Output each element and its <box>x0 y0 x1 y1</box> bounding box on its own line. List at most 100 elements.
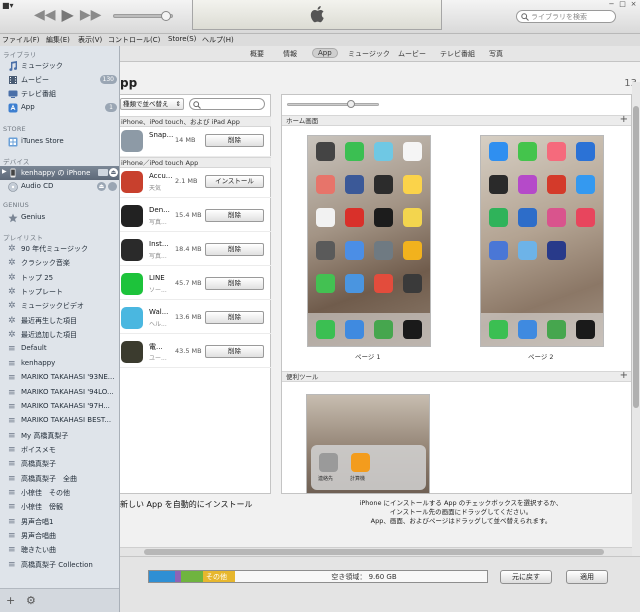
minimize-button[interactable]: − <box>607 0 616 8</box>
home-app-icon[interactable] <box>374 142 393 161</box>
sidebar-item-playlist[interactable]: ✲ ミュージックビデオ <box>0 299 119 313</box>
sidebar-item-playlist[interactable]: ≡ 男声合唱1 <box>0 515 119 529</box>
sort-dropdown[interactable]: 種類で並べ替え ⇕ <box>120 98 184 110</box>
sidebar-item-playlist[interactable]: ≡ MARIKO TAKAHASI '93NE... <box>0 371 119 385</box>
window-menu-icon[interactable]: ■▾ <box>2 1 14 10</box>
sidebar-item-playlist[interactable]: ≡ kenhappy <box>0 357 119 371</box>
home-app-icon[interactable] <box>374 175 393 194</box>
app-row[interactable]: LINE ソー... 45.7 MB 削除 <box>120 270 271 300</box>
sidebar-item-playlist[interactable]: ≡ MARIKO TAKAHASI BEST... <box>0 414 119 428</box>
tab-tv-shows[interactable]: テレビ番組 <box>440 49 475 59</box>
home-app-icon[interactable] <box>316 175 335 194</box>
sidebar-item-playlist[interactable]: ≡ ボイスメモ <box>0 443 119 457</box>
home-app-icon[interactable] <box>489 175 508 194</box>
home-app-icon[interactable] <box>518 175 537 194</box>
home-app-icon[interactable] <box>518 142 537 161</box>
search-input[interactable]: ライブラリを検索 <box>516 10 616 23</box>
dock-app-icon[interactable] <box>374 320 393 339</box>
app-row[interactable]: 電... ユー... 43.5 MB 削除 <box>120 338 271 368</box>
home-app-icon[interactable] <box>489 142 508 161</box>
sidebar-item-playlist[interactable]: ≡ Default <box>0 342 119 356</box>
sidebar-item-playlist[interactable]: ≡ MARIKO TAKAHASI '97H... <box>0 400 119 414</box>
remove-app-button[interactable]: 削除 <box>205 277 264 290</box>
home-screen-page-2[interactable] <box>480 135 604 347</box>
sidebar-item-playlist[interactable]: ≡ 男声合唱曲 <box>0 529 119 543</box>
dock-app-icon[interactable] <box>576 320 595 339</box>
home-app-icon[interactable] <box>345 208 364 227</box>
home-app-icon[interactable] <box>403 142 422 161</box>
zoom-slider-knob[interactable] <box>347 100 355 108</box>
sidebar-item-apps[interactable]: App 1 <box>0 101 119 115</box>
home-app-icon[interactable] <box>345 142 364 161</box>
home-app-icon[interactable] <box>316 274 335 293</box>
sidebar-item-playlist[interactable]: ✲ トップレート <box>0 285 119 299</box>
play-icon[interactable]: ▶ <box>62 7 74 23</box>
volume-knob[interactable] <box>161 11 171 21</box>
home-app-icon[interactable] <box>374 241 393 260</box>
apply-button[interactable]: 適用 <box>566 570 608 584</box>
sidebar-item-playlist[interactable]: ✲ トップ 25 <box>0 271 119 285</box>
menu-controls[interactable]: コントロール(C) <box>108 35 160 45</box>
scrollbar-thumb[interactable] <box>144 549 604 555</box>
home-app-icon[interactable] <box>547 208 566 227</box>
tab-photos[interactable]: 写真 <box>489 49 503 59</box>
home-app-icon[interactable] <box>576 142 595 161</box>
dock-app-icon[interactable] <box>518 320 537 339</box>
volume-slider[interactable] <box>113 11 173 21</box>
home-app-icon[interactable] <box>547 241 566 260</box>
home-app-icon[interactable] <box>345 274 364 293</box>
home-app-icon[interactable] <box>547 175 566 194</box>
gear-icon[interactable]: ⚙ <box>26 594 36 607</box>
remove-app-button[interactable]: 削除 <box>205 134 264 147</box>
sidebar-item-playlist[interactable]: ✲ 最近追加した項目 <box>0 328 119 342</box>
menu-file[interactable]: ファイル(F) <box>2 35 40 45</box>
home-app-icon[interactable] <box>403 208 422 227</box>
sidebar-item-playlist[interactable]: ≡ 高橋真梨子 Collection <box>0 558 119 572</box>
sidebar-item-playlist[interactable]: ≡ 高橋真梨子 全曲 <box>0 472 119 486</box>
app-search-input[interactable] <box>189 98 265 110</box>
add-page-icon[interactable]: + <box>620 371 628 381</box>
sidebar-item-playlist[interactable]: ≡ 聴きたい曲 <box>0 543 119 557</box>
remove-app-button[interactable]: 削除 <box>205 345 264 358</box>
next-track-icon[interactable]: ▶▶ <box>80 8 102 22</box>
tab-summary[interactable]: 概要 <box>250 49 264 59</box>
remove-app-button[interactable]: 削除 <box>205 311 264 324</box>
sidebar-item-playlist[interactable]: ✲ 90 年代ミュージック <box>0 242 119 256</box>
home-app-icon[interactable] <box>547 142 566 161</box>
sidebar-item-playlist[interactable]: ≡ 小椋佳 傍観 <box>0 500 119 514</box>
sidebar-item-playlist[interactable]: ≡ 小椋佳 その他 <box>0 486 119 500</box>
app-row[interactable]: Wal... ヘル... 13.6 MB 削除 <box>120 304 271 334</box>
home-app-icon[interactable] <box>518 241 537 260</box>
dock-app-icon[interactable] <box>489 320 508 339</box>
menu-view[interactable]: 表示(V) <box>78 35 102 45</box>
app-row[interactable]: Snap... 14 MB 削除 <box>120 127 271 157</box>
home-app-icon[interactable] <box>489 208 508 227</box>
home-app-icon[interactable] <box>345 241 364 260</box>
remove-app-button[interactable]: 削除 <box>205 209 264 222</box>
tools-folder-screen[interactable]: 連絡先 計算機 <box>306 394 430 494</box>
dock-app-icon[interactable] <box>316 320 335 339</box>
app-row[interactable]: Inst... 写真... 18.4 MB 削除 <box>120 236 271 266</box>
home-app-icon[interactable] <box>576 175 595 194</box>
sidebar-item-music[interactable]: ミュージック <box>0 59 119 73</box>
home-app-icon[interactable] <box>316 208 335 227</box>
scrollbar-thumb[interactable] <box>633 106 639 408</box>
sidebar-item-playlist[interactable]: ✲ 最近再生した項目 <box>0 314 119 328</box>
tab-apps[interactable]: App <box>312 48 338 58</box>
tab-movies[interactable]: ムービー <box>398 49 426 59</box>
sidebar-item-playlist[interactable]: ≡ MARIKO TAKAHASI '94LO... <box>0 386 119 400</box>
home-app-icon[interactable] <box>576 208 595 227</box>
tab-music[interactable]: ミュージック <box>348 49 390 59</box>
home-app-icon[interactable] <box>403 274 422 293</box>
sidebar-item-playlist[interactable]: ✲ クラシック音楽 <box>0 256 119 270</box>
sidebar-item-tv[interactable]: テレビ番組 <box>0 87 119 101</box>
home-screen-page-1[interactable] <box>307 135 431 347</box>
add-playlist-icon[interactable]: + <box>6 594 15 607</box>
maximize-button[interactable]: □ <box>618 0 627 8</box>
eject-icon[interactable]: ⏏ <box>109 168 118 177</box>
dock-app-icon[interactable] <box>403 320 422 339</box>
close-button[interactable]: × <box>629 0 638 8</box>
sidebar-item-playlist[interactable]: ≡ My 高橋真梨子 <box>0 429 119 443</box>
menu-store[interactable]: Store(S) <box>168 35 196 43</box>
sidebar-item-genius[interactable]: Genius <box>0 211 119 225</box>
